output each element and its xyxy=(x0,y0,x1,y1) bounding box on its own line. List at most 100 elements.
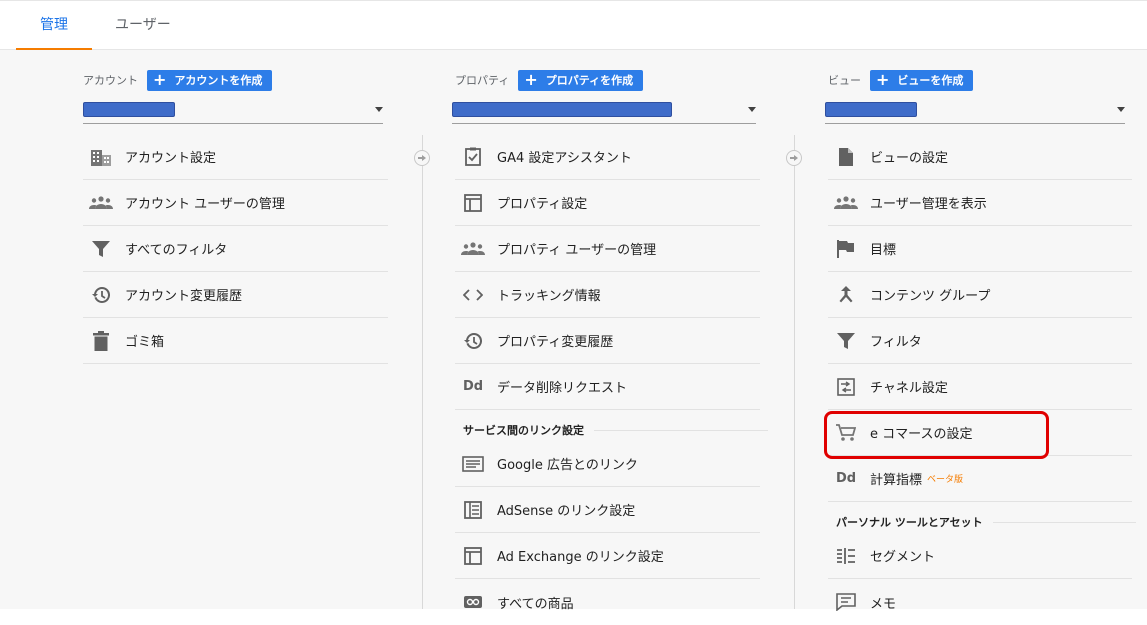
merge-icon xyxy=(834,283,858,307)
menu-item-property-users[interactable]: プロパティ ユーザーの管理 xyxy=(455,226,760,272)
menu-item-segments[interactable]: セグメント xyxy=(828,533,1132,579)
view-header: ビュー + ビューを作成 xyxy=(828,69,974,91)
menu-item-filters[interactable]: フィルタ xyxy=(828,318,1132,364)
comment-icon xyxy=(834,590,858,614)
account-label: アカウント xyxy=(83,74,138,87)
menu-item-channel-settings[interactable]: チャネル設定 xyxy=(828,364,1132,410)
menu-item-adsense-link[interactable]: AdSense のリンク設定 xyxy=(455,487,760,533)
property-column: プロパティ + プロパティを作成 GA4 設定アシスタント プロパティ設定 プロ… xyxy=(452,50,768,612)
menu-item-adexchange-link[interactable]: Ad Exchange のリンク設定 xyxy=(455,533,760,579)
admin-main: アカウント + アカウントを作成 アカウント設定 アカウント ユーザーの管理 す… xyxy=(0,50,1147,612)
menu-item-account-users[interactable]: アカウント ユーザーの管理 xyxy=(83,180,388,226)
menu-item-label: 目標 xyxy=(870,243,897,258)
create-account-label: アカウントを作成 xyxy=(174,74,263,87)
tab-user[interactable]: ユーザー xyxy=(115,2,171,50)
link-icon xyxy=(461,590,485,614)
menu-item-goals[interactable]: 目標 xyxy=(828,226,1132,272)
account-selector[interactable] xyxy=(83,102,383,124)
top-tab-bar: 管理 ユーザー xyxy=(0,0,1147,50)
menu-item-google-ads-link[interactable]: Google 広告とのリンク xyxy=(455,441,760,487)
menu-item-content-grouping[interactable]: コンテンツ グループ xyxy=(828,272,1132,318)
menu-item-property-history[interactable]: プロパティ変更履歴 xyxy=(455,318,760,364)
dd-icon: Dd xyxy=(835,471,857,486)
menu-item-view-user-management[interactable]: ユーザー管理を表示 xyxy=(828,180,1132,226)
section-rule xyxy=(992,521,1136,523)
menu-item-account-history[interactable]: アカウント変更履歴 xyxy=(83,272,388,318)
chevron-down-icon xyxy=(1117,107,1125,112)
layout-icon xyxy=(461,191,485,215)
chevron-down-icon xyxy=(748,107,756,112)
segment-icon xyxy=(834,544,858,568)
account-name-redacted xyxy=(83,102,175,117)
code-icon xyxy=(461,283,485,307)
create-view-label: ビューを作成 xyxy=(897,74,964,87)
menu-item-label: Google 広告とのリンク xyxy=(497,458,638,473)
menu-item-label: チャネル設定 xyxy=(870,381,948,396)
menu-item-data-deletion[interactable]: Dd データ削除リクエスト xyxy=(455,364,760,410)
section-rule xyxy=(594,429,768,431)
arrow-right-icon xyxy=(786,150,802,166)
section-heading-text: サービス間のリンク設定 xyxy=(463,424,584,437)
beta-badge: ベータ版 xyxy=(927,475,964,485)
tab-admin[interactable]: 管理 xyxy=(16,2,92,50)
create-view-button[interactable]: + ビューを作成 xyxy=(870,69,974,91)
plus-icon: + xyxy=(153,70,167,89)
people-icon xyxy=(461,237,485,261)
menu-item-account-settings[interactable]: アカウント設定 xyxy=(83,134,388,180)
dd-icon: Dd xyxy=(462,379,484,394)
layout-icon xyxy=(461,544,485,568)
menu-item-calculated-metrics[interactable]: Dd 計算指標 ベータ版 xyxy=(828,456,1132,502)
menu-item-label: ユーザー管理を表示 xyxy=(870,197,987,212)
create-property-label: プロパティを作成 xyxy=(545,74,634,87)
menu-item-label: プロパティ設定 xyxy=(497,197,588,212)
property-selector[interactable] xyxy=(452,102,756,124)
filter-icon xyxy=(834,329,858,353)
chevron-down-icon xyxy=(375,107,383,112)
menu-item-label: ゴミ箱 xyxy=(125,335,165,350)
create-account-button[interactable]: + アカウントを作成 xyxy=(147,69,273,91)
history-icon xyxy=(89,283,113,307)
menu-item-all-products[interactable]: すべての商品 xyxy=(455,579,760,625)
menu-item-label: プロパティ変更履歴 xyxy=(497,335,614,350)
property-label: プロパティ xyxy=(455,74,510,87)
menu-item-property-settings[interactable]: プロパティ設定 xyxy=(455,180,760,226)
account-column: アカウント + アカウントを作成 アカウント設定 アカウント ユーザーの管理 す… xyxy=(83,50,388,609)
menu-item-view-settings[interactable]: ビューの設定 xyxy=(828,134,1132,180)
menu-item-label: フィルタ xyxy=(870,335,922,350)
channel-icon xyxy=(834,375,858,399)
menu-item-trash[interactable]: ゴミ箱 xyxy=(83,318,388,364)
people-icon xyxy=(834,191,858,215)
menu-item-label: ビューの設定 xyxy=(870,151,949,166)
menu-item-notes[interactable]: メモ xyxy=(828,579,1132,625)
flag-icon xyxy=(834,237,858,261)
section-heading-text: パーソナル ツールとアセット xyxy=(836,516,983,529)
trash-icon xyxy=(89,329,113,353)
menu-item-all-filters[interactable]: すべてのフィルタ xyxy=(83,226,388,272)
menu-item-label: アカウント設定 xyxy=(125,151,217,166)
filter-icon xyxy=(89,237,113,261)
menu-item-label: AdSense のリンク設定 xyxy=(497,504,636,519)
section-heading-personal-tools: パーソナル ツールとアセット xyxy=(836,511,1136,533)
menu-item-label: データ削除リクエスト xyxy=(497,381,628,396)
people-icon xyxy=(89,191,113,215)
menu-item-label: 計算指標 xyxy=(870,473,923,488)
create-property-button[interactable]: + プロパティを作成 xyxy=(518,69,644,91)
menu-item-label: セグメント xyxy=(870,550,936,565)
menu-item-tracking-info[interactable]: トラッキング情報 xyxy=(455,272,760,318)
document-icon xyxy=(834,145,858,169)
view-selector[interactable] xyxy=(825,102,1125,124)
menu-item-label: アカウント ユーザーの管理 xyxy=(125,197,285,212)
view-name-redacted xyxy=(825,102,917,117)
menu-item-label: アカウント変更履歴 xyxy=(125,289,243,304)
column-divider xyxy=(422,135,423,609)
column-divider xyxy=(794,135,795,609)
section-heading-service-links: サービス間のリンク設定 xyxy=(463,419,768,441)
plus-icon: + xyxy=(876,70,890,89)
highlight-annotation xyxy=(824,411,1049,459)
adsense-icon xyxy=(461,498,485,522)
view-label: ビュー xyxy=(828,74,861,87)
arrow-right-icon xyxy=(414,150,430,166)
property-header: プロパティ + プロパティを作成 xyxy=(455,69,644,91)
menu-item-label: Ad Exchange のリンク設定 xyxy=(497,550,664,565)
menu-item-ga4-assistant[interactable]: GA4 設定アシスタント xyxy=(455,134,760,180)
